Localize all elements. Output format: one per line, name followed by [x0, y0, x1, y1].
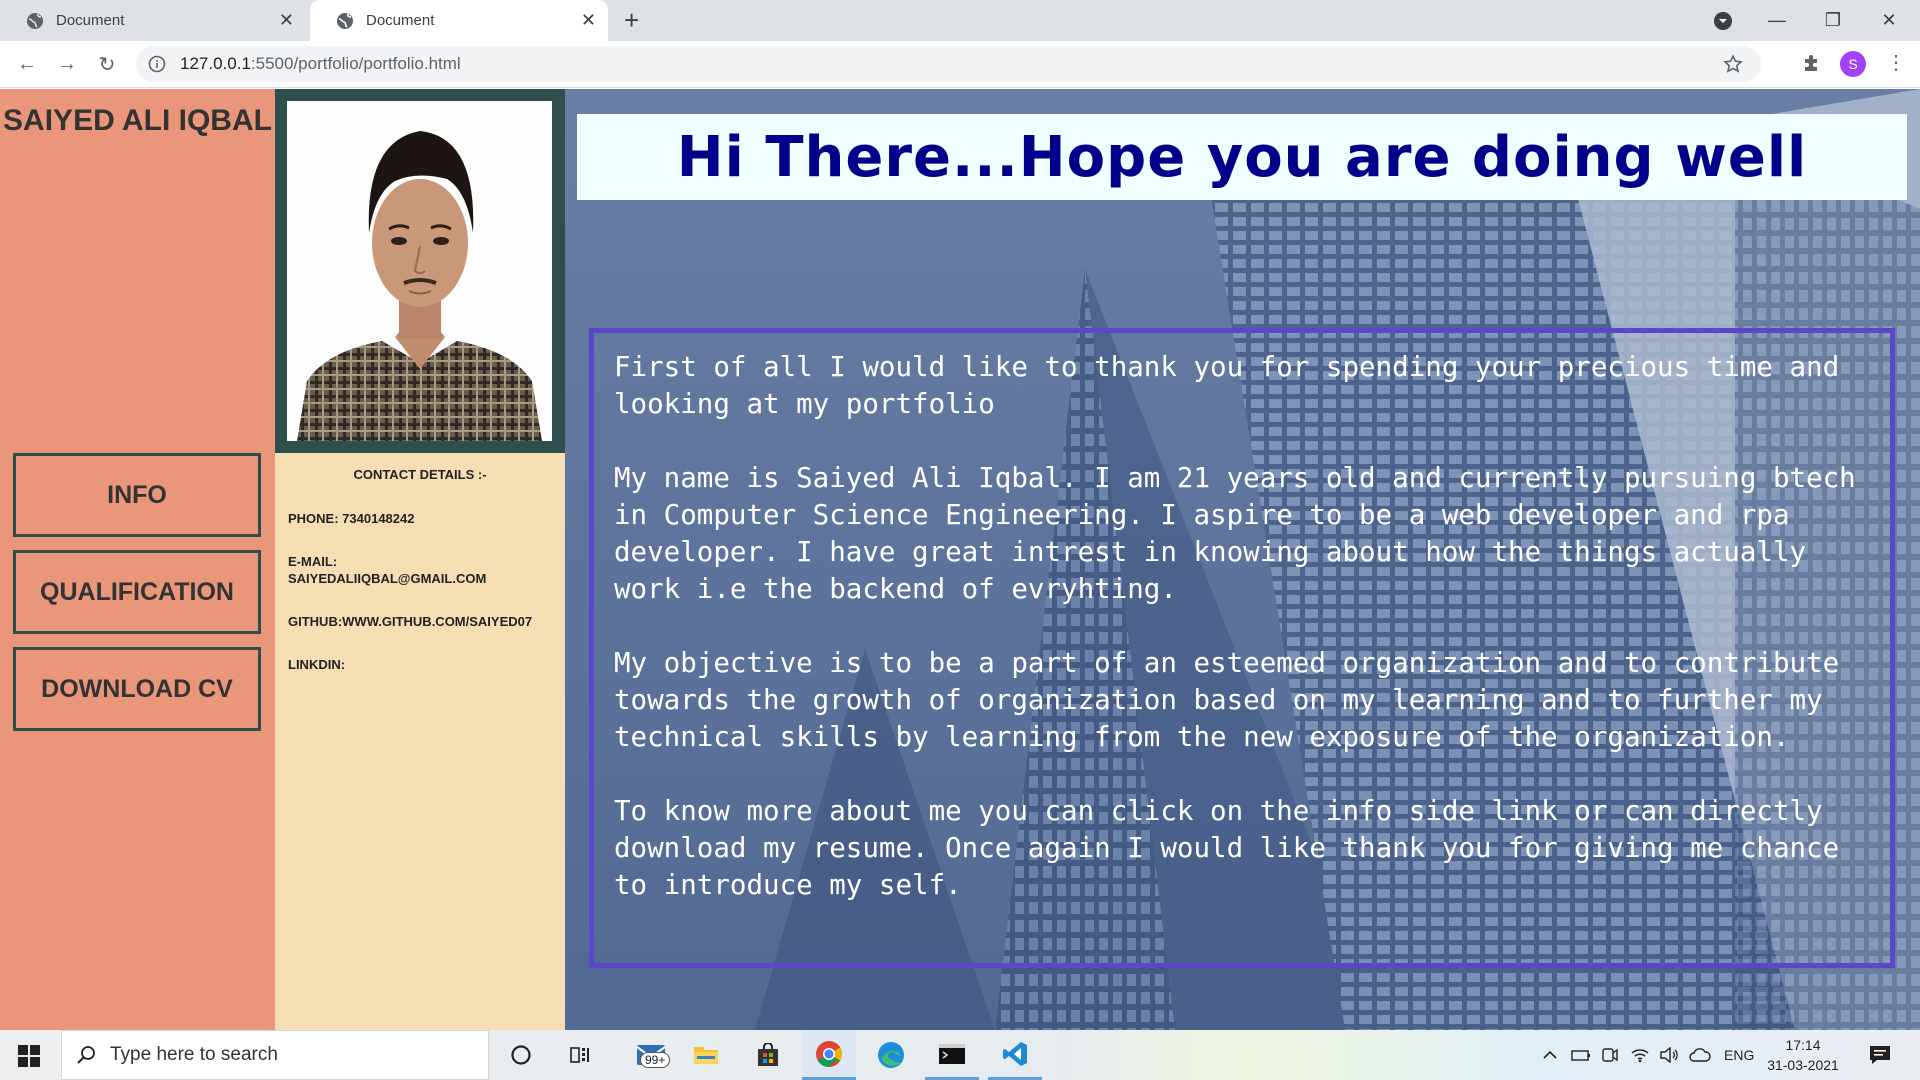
search-icon [76, 1045, 96, 1065]
chrome-icon[interactable] [802, 1030, 856, 1080]
tab-title: Document [366, 12, 435, 29]
profile-photo [287, 101, 552, 441]
address-bar[interactable]: 127.0.0.1:5500/portfolio/portfolio.html [136, 46, 1761, 82]
minimize-button[interactable]: — [1754, 0, 1800, 41]
browser-toolbar: ← → ↻ 127.0.0.1:5500/portfolio/portfolio… [0, 41, 1920, 88]
globe-icon [26, 12, 44, 30]
close-window-button[interactable]: ✕ [1866, 0, 1912, 41]
left-sidebar: SAIYED ALI IQBAL INFO QUALIFICATION DOWN… [0, 89, 275, 1030]
notifications-icon[interactable] [1869, 1030, 1891, 1080]
close-tab-icon[interactable]: ✕ [581, 11, 596, 29]
contact-email-label: E-MAIL: [288, 554, 338, 569]
url-text: 127.0.0.1:5500/portfolio/portfolio.html [180, 54, 461, 74]
browser-tab-strip: Document ✕ Document ✕ + — ❐ ✕ [0, 0, 1920, 41]
info-icon[interactable] [148, 55, 166, 73]
back-arrow-icon[interactable]: ← [14, 51, 40, 77]
browser-tab-2-active[interactable]: Document ✕ [310, 0, 608, 41]
show-hidden-icons-chevron[interactable] [1542, 1030, 1558, 1080]
vscode-icon[interactable] [988, 1030, 1042, 1080]
system-clock[interactable]: 17:14 31-03-2021 [1760, 1035, 1846, 1075]
wifi-icon[interactable] [1630, 1030, 1650, 1080]
windows-start-icon[interactable] [18, 1045, 40, 1067]
terminal-icon[interactable] [925, 1030, 979, 1080]
globe-icon [336, 12, 354, 30]
browser-tab-1[interactable]: Document ✕ [0, 0, 306, 41]
intro-paragraph: To know more about me you can click on t… [614, 795, 1856, 901]
main-content: Hi There...Hope you are doing well First… [565, 89, 1920, 1030]
intro-paragraph: My name is Saiyed Ali Iqbal. I am 21 yea… [614, 462, 1873, 605]
contact-email[interactable]: SAIYEDALIIQBAL@GMAIL.COM [288, 570, 486, 587]
download-cv-nav-button[interactable]: DOWNLOAD CV [13, 647, 261, 731]
reload-icon[interactable]: ↻ [94, 51, 120, 77]
windows-taskbar: Type here to search 99+ ENG 17:14 31-03-… [0, 1030, 1920, 1080]
contact-github[interactable]: GITHUB:WWW.GITHUB.COM/SAIYED07 [288, 613, 532, 630]
photo-frame [275, 89, 565, 453]
qualification-nav-button[interactable]: QUALIFICATION [13, 550, 261, 634]
clock-date: 31-03-2021 [1767, 1057, 1839, 1073]
battery-icon[interactable] [1571, 1030, 1591, 1080]
volume-icon[interactable] [1659, 1030, 1679, 1080]
store-icon[interactable] [741, 1030, 795, 1080]
info-nav-button[interactable]: INFO [13, 453, 261, 537]
edge-icon[interactable] [864, 1030, 918, 1080]
language-indicator[interactable]: ENG [1724, 1030, 1754, 1080]
url-path: :5500/portfolio/portfolio.html [250, 54, 461, 73]
close-tab-icon[interactable]: ✕ [279, 11, 294, 29]
browser-menu-icon[interactable]: ⋮ [1886, 50, 1906, 75]
mail-badge: 99+ [640, 1052, 671, 1068]
search-placeholder: Type here to search [110, 1044, 278, 1065]
extensions-puzzle-icon[interactable] [1801, 52, 1823, 74]
bookmark-star-icon[interactable] [1723, 54, 1743, 74]
intro-paragraph: My objective is to be a part of an estee… [614, 647, 1856, 753]
greeting-banner: Hi There...Hope you are doing well [577, 114, 1907, 200]
portfolio-page: SAIYED ALI IQBAL INFO QUALIFICATION DOWN… [0, 89, 1920, 1030]
profile-avatar[interactable]: S [1840, 51, 1866, 77]
new-tab-button[interactable]: + [624, 6, 639, 34]
intro-paragraph: First of all I would like to thank you f… [614, 351, 1856, 420]
greeting-heading: Hi There...Hope you are doing well [676, 124, 1808, 190]
contact-phone: PHONE: 7340148242 [288, 511, 415, 526]
taskbar-search-box[interactable]: Type here to search [61, 1030, 489, 1080]
file-explorer-icon[interactable] [679, 1030, 733, 1080]
contact-column: CONTACT DETAILS :- PHONE: 7340148242 E-M… [275, 89, 565, 1030]
contact-details-heading: CONTACT DETAILS :- [353, 467, 487, 482]
clock-time: 17:14 [1785, 1037, 1821, 1053]
meet-now-icon[interactable] [1601, 1030, 1619, 1080]
forward-arrow-icon[interactable]: → [54, 51, 80, 77]
task-view-icon[interactable] [553, 1030, 607, 1080]
maximize-button[interactable]: ❐ [1810, 0, 1856, 41]
owner-name: SAIYED ALI IQBAL [3, 104, 272, 137]
onedrive-cloud-icon[interactable] [1689, 1030, 1711, 1080]
intro-message-box: First of all I would like to thank you f… [589, 328, 1895, 968]
tab-title: Document [56, 12, 125, 29]
contact-linkedin: LINKDIN: [288, 657, 346, 672]
cortana-icon[interactable] [494, 1030, 548, 1080]
tab-search-icon[interactable] [1700, 0, 1746, 41]
url-host: 127.0.0.1 [180, 54, 251, 73]
